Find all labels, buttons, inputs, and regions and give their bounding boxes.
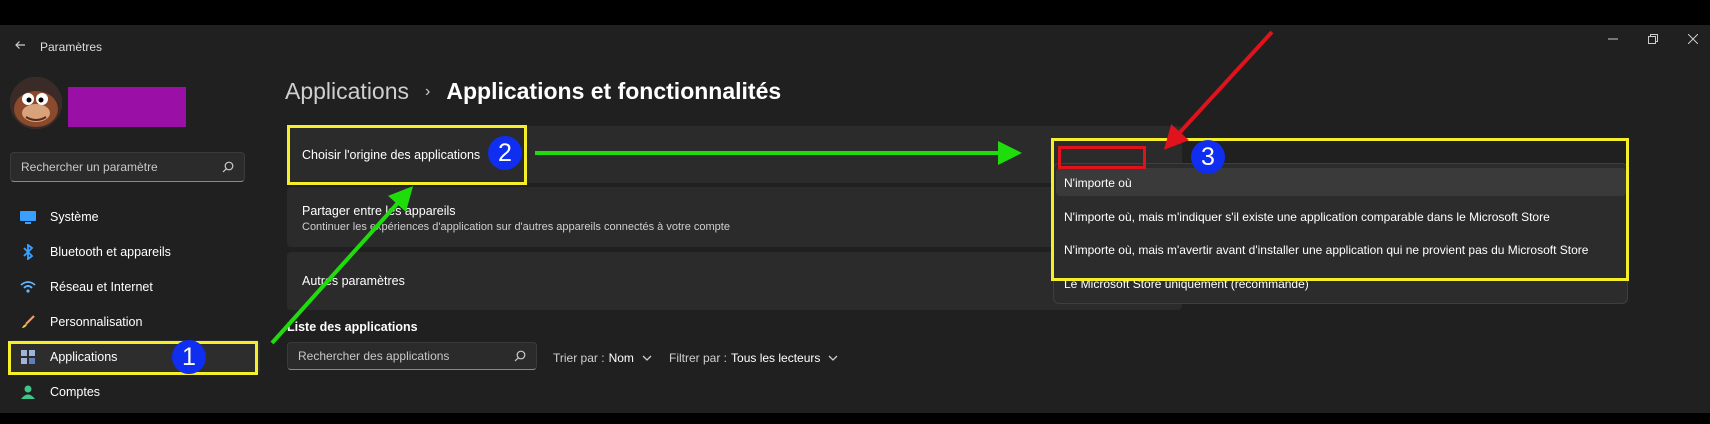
sort-label: Trier par : (553, 351, 605, 365)
restore-icon[interactable] (1645, 31, 1661, 47)
sidebar-item-label: Applications (50, 350, 118, 364)
other-settings-card[interactable]: Autres paramètres (287, 252, 1182, 310)
origin-setting-title: Choisir l'origine des applications (302, 147, 481, 162)
sidebar-item-applications[interactable]: Applications (10, 340, 260, 374)
search-icon (222, 161, 234, 173)
origin-setting-card[interactable]: Choisir l'origine des applications (287, 126, 1182, 183)
sidebar-item-reseau[interactable]: Réseau et Internet (10, 270, 260, 304)
sidebar-item-label: Personnalisation (50, 315, 143, 329)
filter-dropdown[interactable]: Filtrer par : Tous les lecteurs (669, 351, 838, 365)
apps-search-placeholder: Rechercher des applications (298, 349, 450, 363)
breadcrumb: Applications › Applications et fonctionn… (285, 78, 781, 105)
chevron-down-icon (642, 355, 652, 361)
sort-value: Nom (608, 351, 634, 365)
other-settings-title: Autres paramètres (302, 274, 405, 288)
filter-value: Tous les lecteurs (731, 351, 821, 365)
breadcrumb-parent[interactable]: Applications (285, 78, 409, 105)
dropdown-option-store-only[interactable]: Le Microsoft Store uniquement (recommand… (1064, 277, 1309, 291)
person-icon (20, 384, 36, 400)
window-title: Paramètres (40, 40, 103, 54)
breadcrumb-separator: › (425, 82, 431, 100)
share-devices-card[interactable]: Partager entre les appareils Continuer l… (287, 187, 1182, 247)
avatar[interactable] (10, 77, 62, 129)
sidebar-item-bluetooth[interactable]: Bluetooth et appareils (10, 235, 260, 269)
sidebar-item-personnalisation[interactable]: Personnalisation (10, 305, 260, 339)
apps-search-input[interactable]: Rechercher des applications (287, 342, 537, 370)
apps-icon (20, 349, 36, 365)
wifi-icon (20, 279, 36, 295)
profile-name-redacted (68, 87, 186, 127)
sort-dropdown[interactable]: Trier par : Nom (553, 351, 652, 365)
step-badge-2: 2 (488, 136, 522, 170)
highlight-box-anywhere (1058, 146, 1146, 169)
sidebar-item-systeme[interactable]: Système (10, 200, 260, 234)
sidebar-item-label: Système (50, 210, 99, 224)
minimize-icon[interactable] (1605, 31, 1621, 47)
dropdown-option-anywhere-warn[interactable]: N'importe où, mais m'avertir avant d'ins… (1064, 243, 1588, 257)
sidebar-item-label: Réseau et Internet (50, 280, 153, 294)
share-devices-subtitle: Continuer les expériences d'application … (302, 221, 730, 233)
apps-list-title: Liste des applications (287, 320, 418, 334)
dropdown-selected-highlight (1056, 168, 1626, 196)
settings-window: Paramètres Rechercher un paramètre Systè… (0, 25, 1710, 413)
display-icon (20, 209, 36, 225)
dropdown-option-anywhere[interactable]: N'importe où (1064, 176, 1132, 190)
dropdown-option-anywhere-notify[interactable]: N'importe où, mais m'indiquer s'il exist… (1064, 210, 1550, 224)
origin-dropdown-menu: N'importe où N'importe où, mais m'indiqu… (1053, 163, 1628, 304)
search-icon (514, 350, 526, 362)
settings-search-input[interactable]: Rechercher un paramètre (10, 152, 245, 182)
search-placeholder: Rechercher un paramètre (21, 160, 158, 174)
step-badge-1: 1 (172, 340, 206, 374)
page-title: Applications et fonctionnalités (446, 78, 782, 104)
share-devices-title: Partager entre les appareils (302, 204, 456, 218)
back-arrow-icon[interactable] (12, 37, 28, 53)
filter-label: Filtrer par : (669, 351, 728, 365)
chevron-down-icon (828, 355, 838, 361)
bluetooth-icon (20, 244, 36, 260)
sidebar-item-label: Bluetooth et appareils (50, 245, 171, 259)
brush-icon (20, 314, 36, 330)
step-badge-3: 3 (1191, 140, 1225, 174)
sidebar-item-comptes[interactable]: Comptes (10, 375, 260, 409)
close-icon[interactable] (1685, 31, 1701, 47)
sidebar-item-label: Comptes (50, 385, 101, 399)
